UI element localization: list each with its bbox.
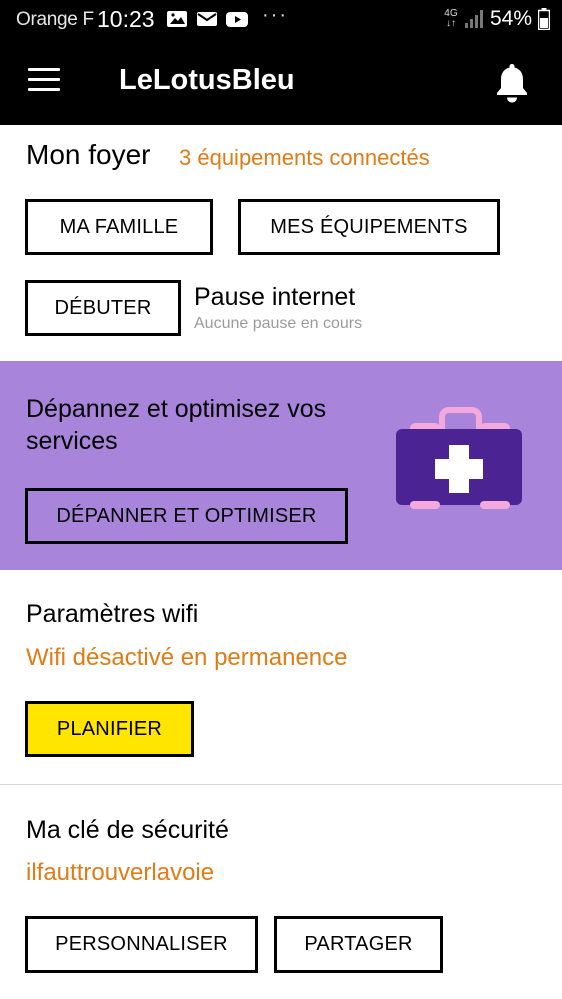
menu-icon[interactable] — [28, 68, 60, 94]
menu-line — [28, 68, 60, 71]
carrier-name: Orange F — [16, 9, 94, 30]
network-type: 4G ↓↑ — [444, 9, 458, 29]
security-key-title: Ma clé de sécurité — [26, 816, 229, 844]
start-pause-button[interactable]: DÉBUTER — [25, 280, 181, 336]
data-arrows-icon: ↓↑ — [445, 18, 456, 29]
pause-internet-title: Pause internet — [194, 283, 356, 311]
more-notifications-icon: ··· — [262, 4, 288, 26]
notification-icons — [166, 9, 248, 29]
troubleshoot-title: Dépannez et optimisez vos services — [26, 395, 327, 455]
schedule-button[interactable]: PLANIFIER — [25, 701, 194, 757]
app-bar: LeLotusBleu — [0, 40, 562, 125]
image-icon — [167, 11, 187, 27]
battery-icon — [538, 8, 550, 30]
wifi-status: Wifi désactivé en permanence — [26, 644, 348, 671]
bell-icon[interactable] — [492, 60, 532, 104]
wifi-settings-title: Paramètres wifi — [26, 600, 199, 628]
section-divider — [0, 784, 562, 785]
system-icons: 4G ↓↑ 54% — [444, 7, 550, 31]
troubleshoot-banner: Dépannez et optimisez vos services DÉPAN… — [0, 361, 562, 570]
connected-devices-count[interactable]: 3 équipements connectés — [179, 145, 430, 171]
share-button[interactable]: PARTAGER — [274, 916, 443, 973]
clock: 10:23 — [97, 6, 155, 32]
customize-button[interactable]: PERSONNALISER — [25, 916, 258, 973]
security-key-value: ilfauttrouverlavoie — [26, 859, 215, 886]
menu-line — [28, 78, 60, 81]
my-family-button[interactable]: MA FAMILLE — [25, 199, 213, 255]
battery-percent: 54% — [489, 7, 532, 30]
first-aid-kit-icon — [396, 407, 522, 509]
pause-status: Aucune pause en cours — [194, 315, 363, 332]
status-bar: Orange F 10:23 ··· 4G ↓↑ 54% — [0, 0, 562, 40]
mail-icon — [197, 12, 217, 26]
foyer-title: Mon foyer — [26, 139, 151, 170]
troubleshoot-button[interactable]: DÉPANNER ET OPTIMISER — [25, 488, 348, 544]
youtube-icon — [226, 12, 248, 27]
app-title: LeLotusBleu — [119, 64, 295, 96]
menu-line — [28, 88, 60, 91]
signal-icon — [464, 10, 483, 28]
my-devices-button[interactable]: MES ÉQUIPEMENTS — [238, 199, 500, 255]
